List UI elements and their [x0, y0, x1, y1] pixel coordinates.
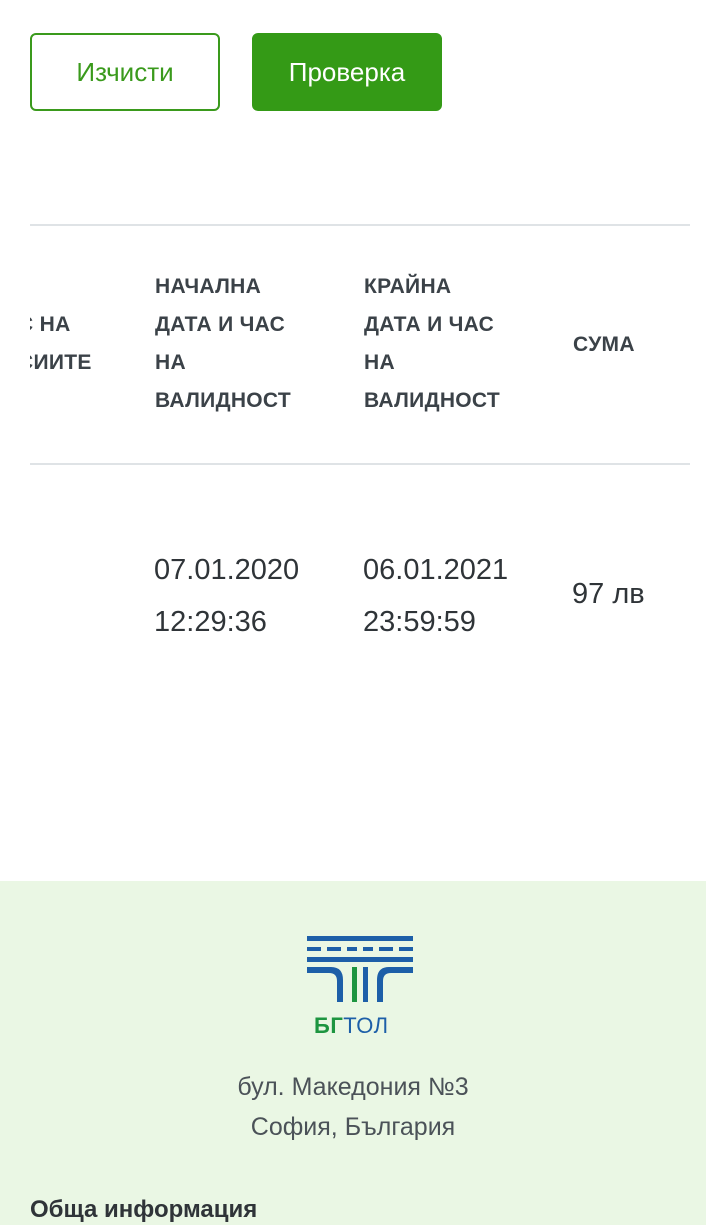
- end-validity-cell: 06.01.2021 23:59:59: [363, 544, 508, 648]
- table-header-amount: СУМА: [573, 326, 635, 364]
- header-line: ВАЛИДНОСТ: [364, 389, 501, 412]
- table-header-divider: [30, 463, 690, 465]
- start-time: 12:29:36: [154, 606, 267, 638]
- check-button[interactable]: Проверка: [252, 33, 442, 111]
- footer-address-street: бул. Македония №3: [237, 1073, 469, 1101]
- footer: [0, 881, 706, 1225]
- end-date: 06.01.2021: [363, 554, 509, 586]
- header-line: КРАЙНА: [364, 275, 452, 298]
- header-line: ДАТА И ЧАС: [155, 313, 286, 336]
- start-date: 07.01.2020: [154, 554, 300, 586]
- header-line: НА: [364, 351, 395, 374]
- general-info-heading[interactable]: Обща информация: [30, 1196, 257, 1224]
- header-line: НА: [155, 351, 186, 374]
- table-header-start-validity: НАЧАЛНА ДАТА И ЧАС НА ВАЛИДНОСТ: [155, 268, 291, 420]
- clear-button[interactable]: Изчисти: [30, 33, 220, 111]
- header-line: СИИТЕ: [30, 351, 92, 374]
- table-header-end-validity: КРАЙНА ДАТА И ЧАС НА ВАЛИДНОСТ: [364, 268, 500, 420]
- vignette-check-page: Изчисти Проверка С НА СИИТЕ НАЧАЛНА ДАТА…: [0, 0, 706, 1225]
- end-time: 23:59:59: [363, 606, 476, 638]
- bgtoll-logo-text: БГТОЛ: [314, 1013, 389, 1039]
- footer-address-city: София, България: [250, 1113, 456, 1141]
- amount-cell: 97 лв: [572, 578, 645, 610]
- logo-text-bg: БГ: [314, 1013, 344, 1038]
- header-line: ДАТА И ЧАС: [364, 313, 495, 336]
- logo-text-tol: ТОЛ: [343, 1013, 389, 1038]
- header-line: ВАЛИДНОСТ: [155, 389, 292, 412]
- table-top-divider: [30, 224, 690, 226]
- header-line: СУМА: [573, 333, 635, 356]
- table-header-purchase-status: С НА СИИТЕ: [30, 300, 130, 390]
- start-validity-cell: 07.01.2020 12:29:36: [154, 544, 299, 648]
- bgtoll-road-logo-icon: [307, 936, 413, 1002]
- header-line: НАЧАЛНА: [155, 275, 262, 298]
- header-line: С НА: [30, 313, 71, 336]
